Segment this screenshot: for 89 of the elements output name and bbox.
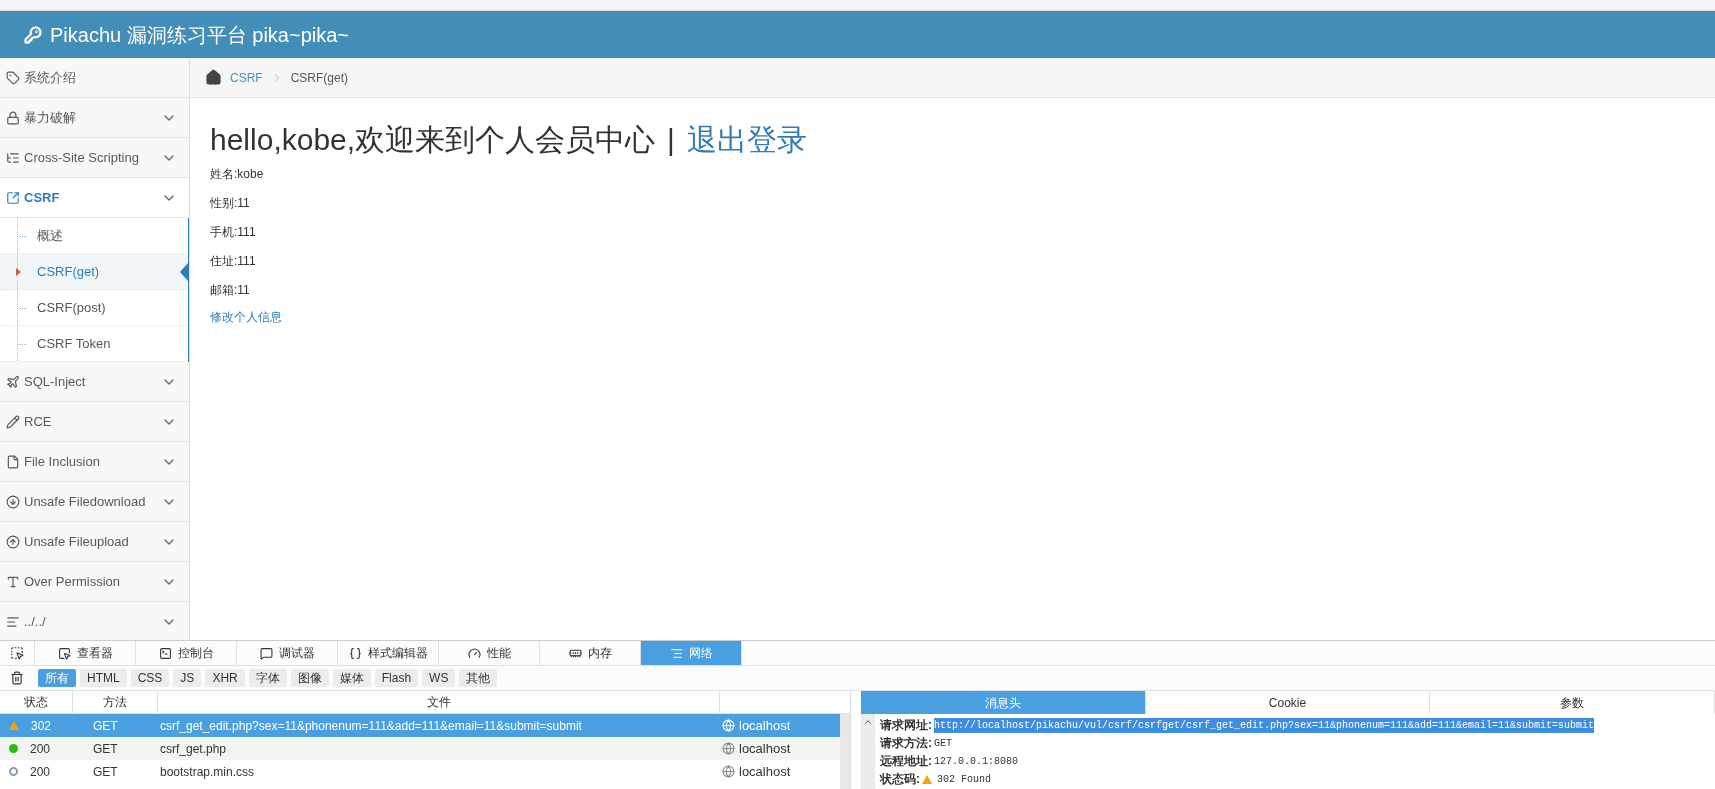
submenu-item[interactable]: CSRF(post) xyxy=(0,290,188,326)
header-value: http://localhost/pikachu/vul/csrf/csrfget/csrf_get_edit.php?sex=11&phonenum=111&add=111&email=11&submit=submit xyxy=(934,717,1595,733)
globe-icon xyxy=(722,742,735,755)
trash-icon[interactable] xyxy=(10,671,24,685)
request-row[interactable]: 200 GET csrf_get.php localhost xyxy=(0,737,840,760)
logout-link[interactable]: 退出登录 xyxy=(686,120,807,160)
filter-button[interactable]: WS xyxy=(422,669,456,687)
list-tree-icon xyxy=(6,150,20,165)
header-value: 302 Found xyxy=(937,772,991,787)
caret-icon xyxy=(16,268,21,276)
column-header[interactable]: 文件 xyxy=(158,691,720,713)
file-name: csrf_get_edit.php?sex=11&phonenum=111&add=111&email=11&submit=submit xyxy=(159,717,583,735)
edit-profile-link[interactable]: 修改个人信息 xyxy=(210,305,282,329)
plane-icon xyxy=(6,374,20,389)
header-label: 请求网址: xyxy=(880,717,932,734)
sidebar-item[interactable]: Unsafe Fileupload xyxy=(0,522,189,562)
profile-field: 手机:111 xyxy=(210,218,256,247)
sidebar-item[interactable]: CSRF xyxy=(0,178,189,218)
filter-button[interactable]: 图像 xyxy=(290,669,329,687)
pencil-icon xyxy=(6,414,20,429)
braces-icon xyxy=(348,646,362,660)
panel-icon xyxy=(57,646,71,660)
devtools-tab[interactable]: 样式编辑器 xyxy=(338,641,439,665)
sidebar-item[interactable]: Unsafe Filedownload xyxy=(0,482,189,522)
text-icon xyxy=(6,574,20,589)
sidebar-item[interactable]: RCE xyxy=(0,402,189,442)
align-left-icon xyxy=(6,614,20,629)
file-name: csrf_get.php xyxy=(159,740,228,758)
key-icon xyxy=(24,25,42,44)
filter-button[interactable]: 其他 xyxy=(459,669,498,687)
scroll-up-icon[interactable] xyxy=(863,717,873,727)
breadcrumb-current: CSRF(get) xyxy=(290,69,348,87)
download-icon xyxy=(6,494,20,509)
home-icon xyxy=(205,69,222,86)
filter-button[interactable]: HTML xyxy=(80,669,127,687)
header-value: GET xyxy=(934,736,952,751)
status-code: 200 xyxy=(30,763,51,781)
sidebar-item[interactable]: 暴力破解 xyxy=(0,98,189,138)
filter-button[interactable]: 字体 xyxy=(248,669,287,687)
globe-icon xyxy=(722,765,735,778)
share-icon xyxy=(6,190,20,205)
sidebar-item[interactable]: 系统介绍 xyxy=(0,58,189,98)
filter-button[interactable]: XHR xyxy=(205,669,245,687)
devtools-tab[interactable]: 性能 xyxy=(439,641,540,665)
request-method: GET xyxy=(92,740,119,758)
lines-icon xyxy=(669,646,683,660)
globe-icon xyxy=(722,719,735,732)
tag-icon xyxy=(6,70,20,85)
profile-field: 性别:11 xyxy=(210,189,250,218)
speech-bubble-icon xyxy=(259,646,273,660)
submenu-item[interactable]: CSRF Token xyxy=(0,326,188,362)
welcome-heading: hello,kobe,欢迎来到个人会员中心 xyxy=(210,122,656,158)
header-label: 状态码: xyxy=(880,771,920,788)
heading-separator: | xyxy=(667,122,675,158)
sidebar-item[interactable]: Over Permission xyxy=(0,562,189,602)
pick-element-icon xyxy=(10,646,24,660)
devtools-tab[interactable]: 查看器 xyxy=(35,641,136,665)
status-code: 200 xyxy=(30,740,51,758)
scrollbar[interactable] xyxy=(840,714,850,789)
column-header[interactable]: 方法 xyxy=(73,691,158,713)
header-label: 远程地址: xyxy=(880,753,932,770)
filter-button[interactable]: CSS xyxy=(130,669,170,687)
gauge-icon xyxy=(467,646,481,660)
filter-button[interactable]: 媒体 xyxy=(332,669,371,687)
lock-icon xyxy=(6,110,20,125)
file-icon xyxy=(6,454,20,469)
sidebar-item[interactable]: File Inclusion xyxy=(0,442,189,482)
profile-field: 住址:111 xyxy=(210,247,256,276)
profile-field: 邮箱:11 xyxy=(210,276,250,305)
devtools-tab[interactable]: 调试器 xyxy=(237,641,338,665)
domain-name: localhost xyxy=(739,762,791,781)
filter-button[interactable]: JS xyxy=(173,669,202,687)
upload-icon xyxy=(6,534,20,549)
domain-name: localhost xyxy=(739,716,791,735)
request-method: GET xyxy=(92,717,119,735)
submenu-item[interactable]: CSRF(get) xyxy=(0,254,188,290)
file-name: bootstrap.min.css xyxy=(159,763,256,781)
header-label: 请求方法: xyxy=(880,735,932,752)
domain-name: localhost xyxy=(739,739,791,758)
devtools-tab[interactable]: 控制台 xyxy=(136,641,237,665)
status-code: 302 xyxy=(31,717,52,735)
filter-button[interactable]: Flash xyxy=(374,669,419,687)
terminal-icon xyxy=(158,646,172,660)
profile-field: 姓名:kobe xyxy=(210,160,264,189)
app-title: Pikachu 漏洞练习平台 pika~pika~ xyxy=(50,22,349,48)
request-method: GET xyxy=(92,763,119,781)
header-value: 127.0.0.1:8080 xyxy=(934,754,1018,769)
sidebar-item[interactable]: SQL-Inject xyxy=(0,362,189,402)
column-header[interactable]: 状态 xyxy=(0,691,73,713)
